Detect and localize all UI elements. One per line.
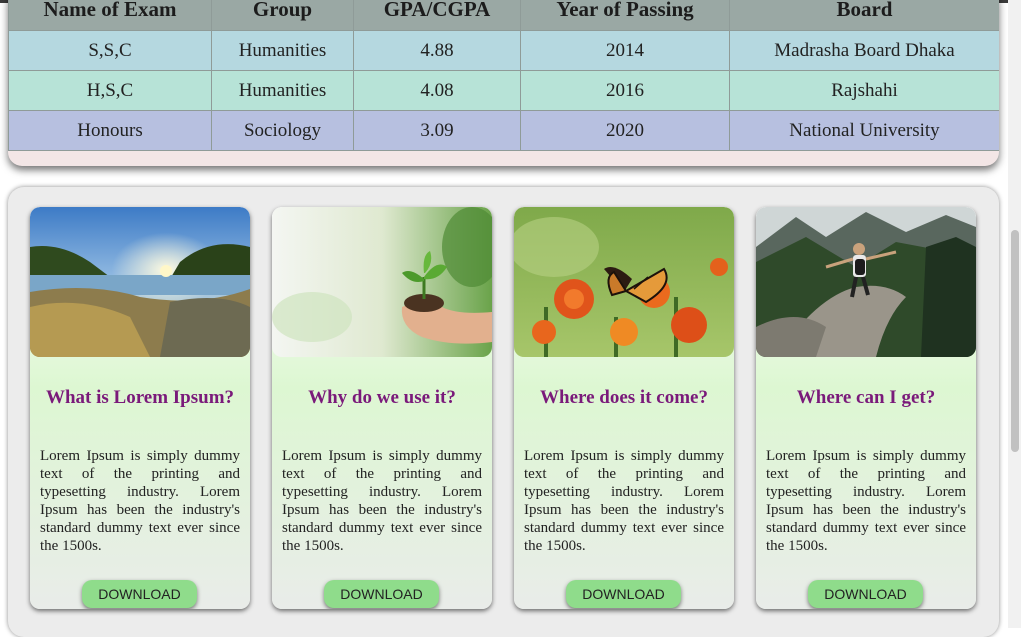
download-button[interactable]: DOWNLOAD	[566, 580, 681, 608]
header-gpa: GPA/CGPA	[353, 0, 521, 31]
download-button[interactable]: DOWNLOAD	[324, 580, 439, 608]
header-year-of-passing: Year of Passing	[520, 0, 730, 31]
cell-gpa: 4.88	[353, 30, 521, 71]
table-row: H,S,C Humanities 4.08 2016 Rajshahi	[8, 70, 999, 111]
cell-exam: S,S,C	[8, 30, 212, 71]
butterfly-flowers-image	[514, 207, 734, 357]
cell-board: National University	[729, 110, 999, 151]
table-row: Honours Sociology 3.09 2020 National Uni…	[8, 110, 999, 151]
table-header-row: Name of Exam Group GPA/CGPA Year of Pass…	[8, 0, 999, 31]
card-why-use-it: Why do we use it? Lorem Ipsum is simply …	[272, 207, 492, 609]
card-text: Lorem Ipsum is simply dummy text of the …	[282, 448, 482, 554]
cell-year: 2016	[520, 70, 730, 111]
header-group: Group	[211, 0, 354, 31]
page-scrollbar[interactable]	[1008, 0, 1021, 628]
education-table-panel: Name of Exam Group GPA/CGPA Year of Pass…	[8, 0, 999, 166]
cell-group: Humanities	[211, 30, 354, 71]
cell-year: 2014	[520, 30, 730, 71]
seedling-hand-image	[272, 207, 492, 357]
cards-section: What is Lorem Ipsum? Lorem Ipsum is simp…	[8, 187, 999, 637]
card-title: Where does it come?	[540, 387, 708, 408]
table-row: S,S,C Humanities 4.88 2014 Madrasha Boar…	[8, 30, 999, 71]
header-board: Board	[729, 0, 999, 31]
cell-gpa: 3.09	[353, 110, 521, 151]
cell-year: 2020	[520, 110, 730, 151]
scrollbar-thumb[interactable]	[1011, 230, 1019, 452]
card-title: Why do we use it?	[308, 387, 456, 408]
card-text: Lorem Ipsum is simply dummy text of the …	[40, 448, 240, 554]
cell-exam: H,S,C	[8, 70, 212, 111]
cell-group: Humanities	[211, 70, 354, 111]
cell-group: Sociology	[211, 110, 354, 151]
card-title: Where can I get?	[796, 387, 936, 408]
card-text: Lorem Ipsum is simply dummy text of the …	[766, 448, 966, 554]
cell-board: Rajshahi	[729, 70, 999, 111]
cell-board: Madrasha Board Dhaka	[729, 30, 999, 71]
download-button[interactable]: DOWNLOAD	[82, 580, 197, 608]
header-name-of-exam: Name of Exam	[8, 0, 212, 31]
cell-gpa: 4.08	[353, 70, 521, 111]
cell-exam: Honours	[8, 110, 212, 151]
card-title: What is Lorem Ipsum?	[45, 387, 235, 408]
education-table: Name of Exam Group GPA/CGPA Year of Pass…	[8, 0, 999, 151]
download-button[interactable]: DOWNLOAD	[808, 580, 923, 608]
card-what-is-lorem: What is Lorem Ipsum? Lorem Ipsum is simp…	[30, 207, 250, 609]
card-where-does-it-come: Where does it come? Lorem Ipsum is simpl…	[514, 207, 734, 609]
mountain-hiker-image	[756, 207, 976, 357]
card-text: Lorem Ipsum is simply dummy text of the …	[524, 448, 724, 554]
sunset-lake-image	[30, 207, 250, 357]
card-where-can-i-get: Where can I get? Lorem Ipsum is simply d…	[756, 207, 976, 609]
